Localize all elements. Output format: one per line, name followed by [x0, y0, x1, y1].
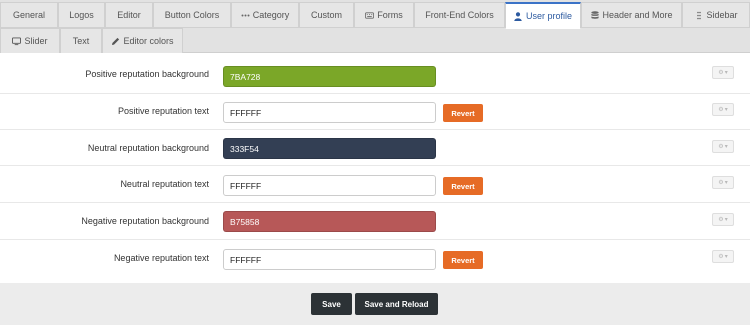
- setting-row-negative-background: Negative reputation background ⚙▾: [0, 203, 750, 240]
- tab-label: User profile: [525, 11, 572, 21]
- setting-label: Negative reputation background: [81, 216, 209, 226]
- setting-label: Positive reputation background: [85, 69, 209, 79]
- form-footer: Save Save and Reload: [0, 283, 750, 325]
- save-and-reload-button[interactable]: Save and Reload: [355, 293, 438, 315]
- gear-icon: ⚙: [718, 180, 724, 186]
- tab-front-end-colors[interactable]: Front-End Colors: [414, 2, 505, 28]
- revert-button[interactable]: Revert: [443, 177, 483, 195]
- setting-row-neutral-text: Neutral reputation text Revert ⚙▾: [0, 166, 750, 203]
- tab-label: Text: [72, 36, 90, 46]
- tab-editor-colors[interactable]: Editor colors: [102, 28, 183, 54]
- options-button[interactable]: ⚙ ▾: [712, 213, 734, 226]
- tab-category[interactable]: Category: [231, 2, 299, 28]
- setting-label: Neutral reputation text: [120, 179, 209, 189]
- tab-label: Header and More: [602, 10, 673, 20]
- tab-sidebar[interactable]: Sidebar: [682, 2, 750, 28]
- tab-label: General: [12, 10, 46, 20]
- tab-header-and-more[interactable]: Header and More: [581, 2, 682, 28]
- tab-label: Forms: [377, 10, 403, 20]
- tab-logos[interactable]: Logos: [58, 2, 105, 28]
- user-icon: [514, 11, 523, 21]
- ellipsis-icon: [241, 11, 250, 20]
- tab-label: Category: [252, 10, 290, 20]
- tab-label: Button Colors: [164, 10, 220, 20]
- gear-icon: ⚙: [718, 70, 724, 76]
- color-value-field[interactable]: [223, 211, 436, 232]
- settings-panel: Positive reputation background ⚙▾ Positi…: [0, 53, 750, 283]
- tab-label: Editor: [117, 10, 141, 20]
- color-value-field[interactable]: [223, 175, 436, 196]
- color-value-field[interactable]: [223, 138, 436, 159]
- tab-label: Slider: [24, 36, 48, 46]
- gear-icon: ⚙: [718, 254, 724, 260]
- monitor-icon: [12, 36, 22, 46]
- pencil-icon: [111, 37, 120, 46]
- revert-button[interactable]: Revert: [443, 251, 483, 269]
- grip-icon: [694, 11, 703, 20]
- setting-label: Neutral reputation background: [87, 143, 209, 153]
- tab-label: Logos: [69, 10, 94, 20]
- setting-row-negative-text: Negative reputation text Revert ⚙▾: [0, 240, 750, 283]
- revert-button[interactable]: Revert: [443, 104, 483, 122]
- tab-user-profile[interactable]: User profile: [505, 2, 581, 29]
- tab-editor[interactable]: Editor: [105, 2, 153, 28]
- setting-row-neutral-background: Neutral reputation background ⚙▾: [0, 130, 750, 166]
- setting-row-positive-text: Positive reputation text Revert ⚙▾: [0, 94, 750, 130]
- caret-down-icon: ▾: [724, 254, 728, 260]
- gear-icon: ⚙: [718, 107, 724, 113]
- gear-icon: ⚙: [718, 144, 724, 150]
- tab-label: Custom: [310, 10, 342, 20]
- caret-down-icon: ▾: [724, 107, 728, 113]
- color-value-field[interactable]: [223, 249, 436, 270]
- setting-label: Positive reputation text: [117, 106, 209, 116]
- tab-forms[interactable]: Forms: [354, 2, 414, 28]
- save-button[interactable]: Save: [311, 293, 352, 315]
- tab-label: Editor colors: [123, 36, 174, 46]
- database-icon: [590, 10, 599, 20]
- caret-down-icon: ▾: [724, 180, 728, 186]
- caret-down-icon: ▾: [724, 217, 728, 223]
- tab-label: Sidebar: [706, 10, 738, 20]
- color-value-field[interactable]: [223, 66, 436, 87]
- caret-down-icon: ▾: [724, 144, 728, 150]
- settings-tab-bar: General Logos Editor Button Colors Categ…: [0, 0, 750, 54]
- tab-slider[interactable]: Slider: [0, 28, 60, 54]
- options-button[interactable]: ⚙ ▾: [712, 176, 734, 189]
- tab-button-colors[interactable]: Button Colors: [153, 2, 231, 28]
- options-button[interactable]: ⚙ ▾: [712, 250, 734, 263]
- options-button[interactable]: ⚙ ▾: [712, 103, 734, 116]
- keyboard-icon: [365, 11, 375, 20]
- tab-custom[interactable]: Custom: [299, 2, 354, 28]
- tab-text[interactable]: Text: [60, 28, 102, 54]
- options-button[interactable]: ⚙ ▾: [712, 66, 734, 79]
- tab-general[interactable]: General: [0, 2, 58, 28]
- caret-down-icon: ▾: [724, 70, 728, 76]
- options-button[interactable]: ⚙ ▾: [712, 140, 734, 153]
- setting-row-positive-background: Positive reputation background ⚙▾: [0, 53, 750, 94]
- setting-label: Negative reputation text: [113, 253, 209, 263]
- tab-label: Front-End Colors: [425, 10, 494, 20]
- gear-icon: ⚙: [718, 217, 724, 223]
- color-value-field[interactable]: [223, 102, 436, 123]
